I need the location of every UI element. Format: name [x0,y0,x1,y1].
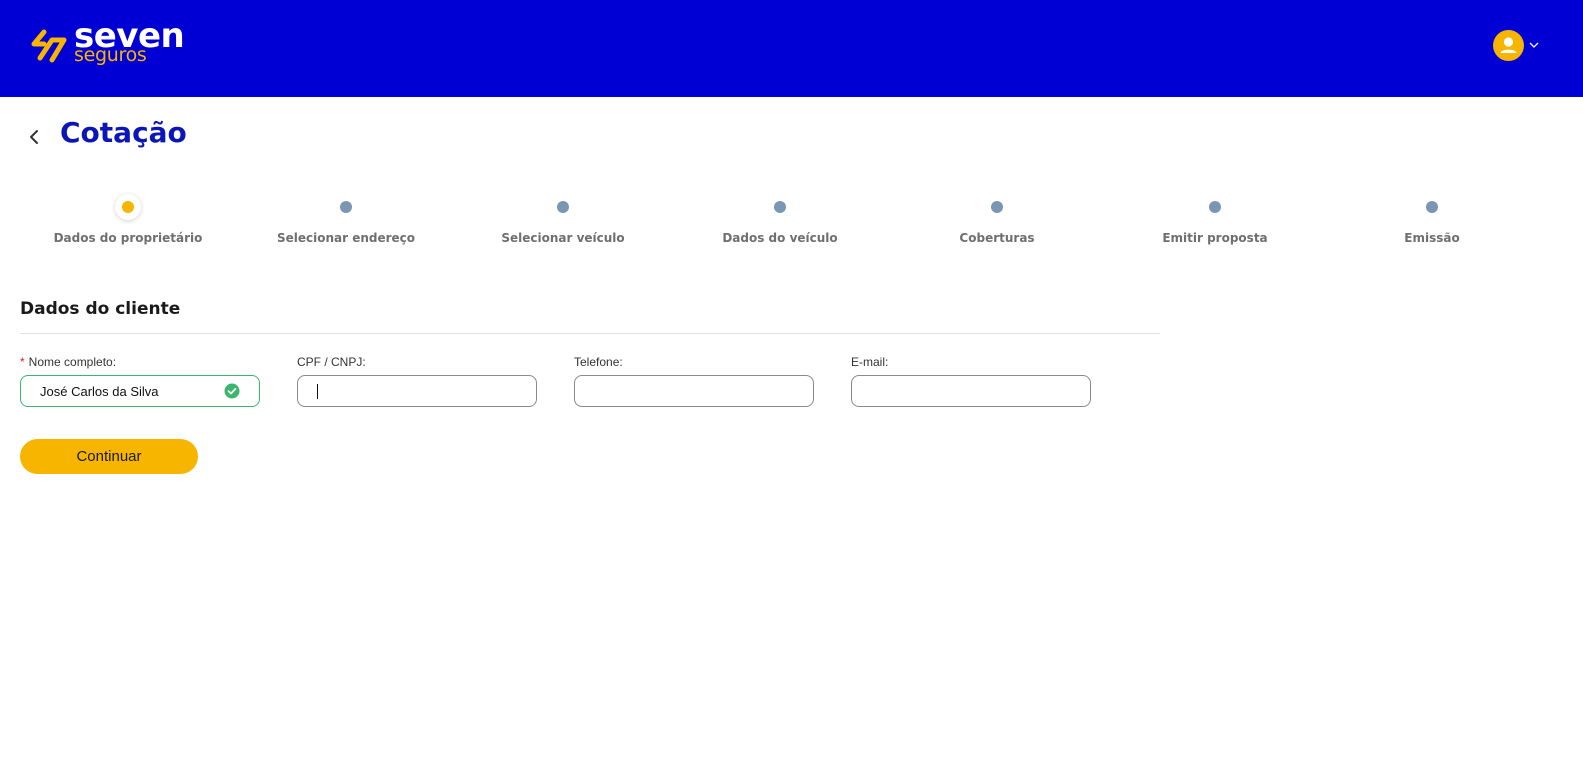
step-label: Coberturas [959,231,1035,245]
seven-logo-mark-icon [31,29,67,63]
brand-logo[interactable]: seven seguros [30,16,185,70]
user-menu[interactable] [1493,30,1545,62]
required-mark: * [20,355,25,369]
chevron-down-icon[interactable] [1529,40,1539,50]
step-dot [340,201,352,213]
full-name-value: José Carlos da Silva [40,384,159,399]
full-name-label-text: Nome completo: [28,355,117,369]
back-button[interactable] [24,126,46,148]
cpf-cnpj-input[interactable] [297,375,537,407]
step-dot [774,201,786,213]
step-label: Selecionar veículo [501,231,625,245]
full-name-input[interactable]: José Carlos da Silva [20,375,260,407]
step-label: Emissão [1404,231,1460,245]
top-bar: seven seguros [0,0,1583,97]
text-cursor [317,384,318,399]
step-dot [1426,201,1438,213]
full-name-label: * Nome completo: [20,354,260,370]
continue-button[interactable]: Continuar [20,439,198,474]
page-title: Cotação [60,116,187,149]
section-title: Dados do cliente [20,299,181,319]
email-field: E-mail: [851,354,1091,407]
section-divider [20,333,1160,334]
avatar[interactable] [1493,30,1524,61]
phone-field: Telefone: [574,354,814,407]
brand-subname: seguros [74,44,147,66]
step-dot [1209,201,1221,213]
cpf-cnpj-label: CPF / CNPJ: [297,355,366,369]
phone-label: Telefone: [574,355,623,369]
check-circle-icon [224,383,240,399]
step-dot [991,201,1003,213]
progress-stepper: Dados do proprietário Selecionar endereç… [20,192,1540,252]
email-label: E-mail: [851,355,889,369]
user-icon [1500,37,1517,53]
step-label: Selecionar endereço [276,231,416,245]
step-label: Dados do proprietário [53,231,203,245]
phone-input[interactable] [574,375,814,407]
email-input[interactable] [851,375,1091,407]
step-dot [122,201,134,213]
chevron-left-icon [30,130,38,144]
step-label: Emitir proposta [1162,231,1268,245]
step-label: Dados do veículo [722,231,838,245]
cpf-cnpj-field: CPF / CNPJ: [297,354,537,407]
full-name-field: * Nome completo: José Carlos da Silva [20,354,260,407]
step-dot [557,201,569,213]
